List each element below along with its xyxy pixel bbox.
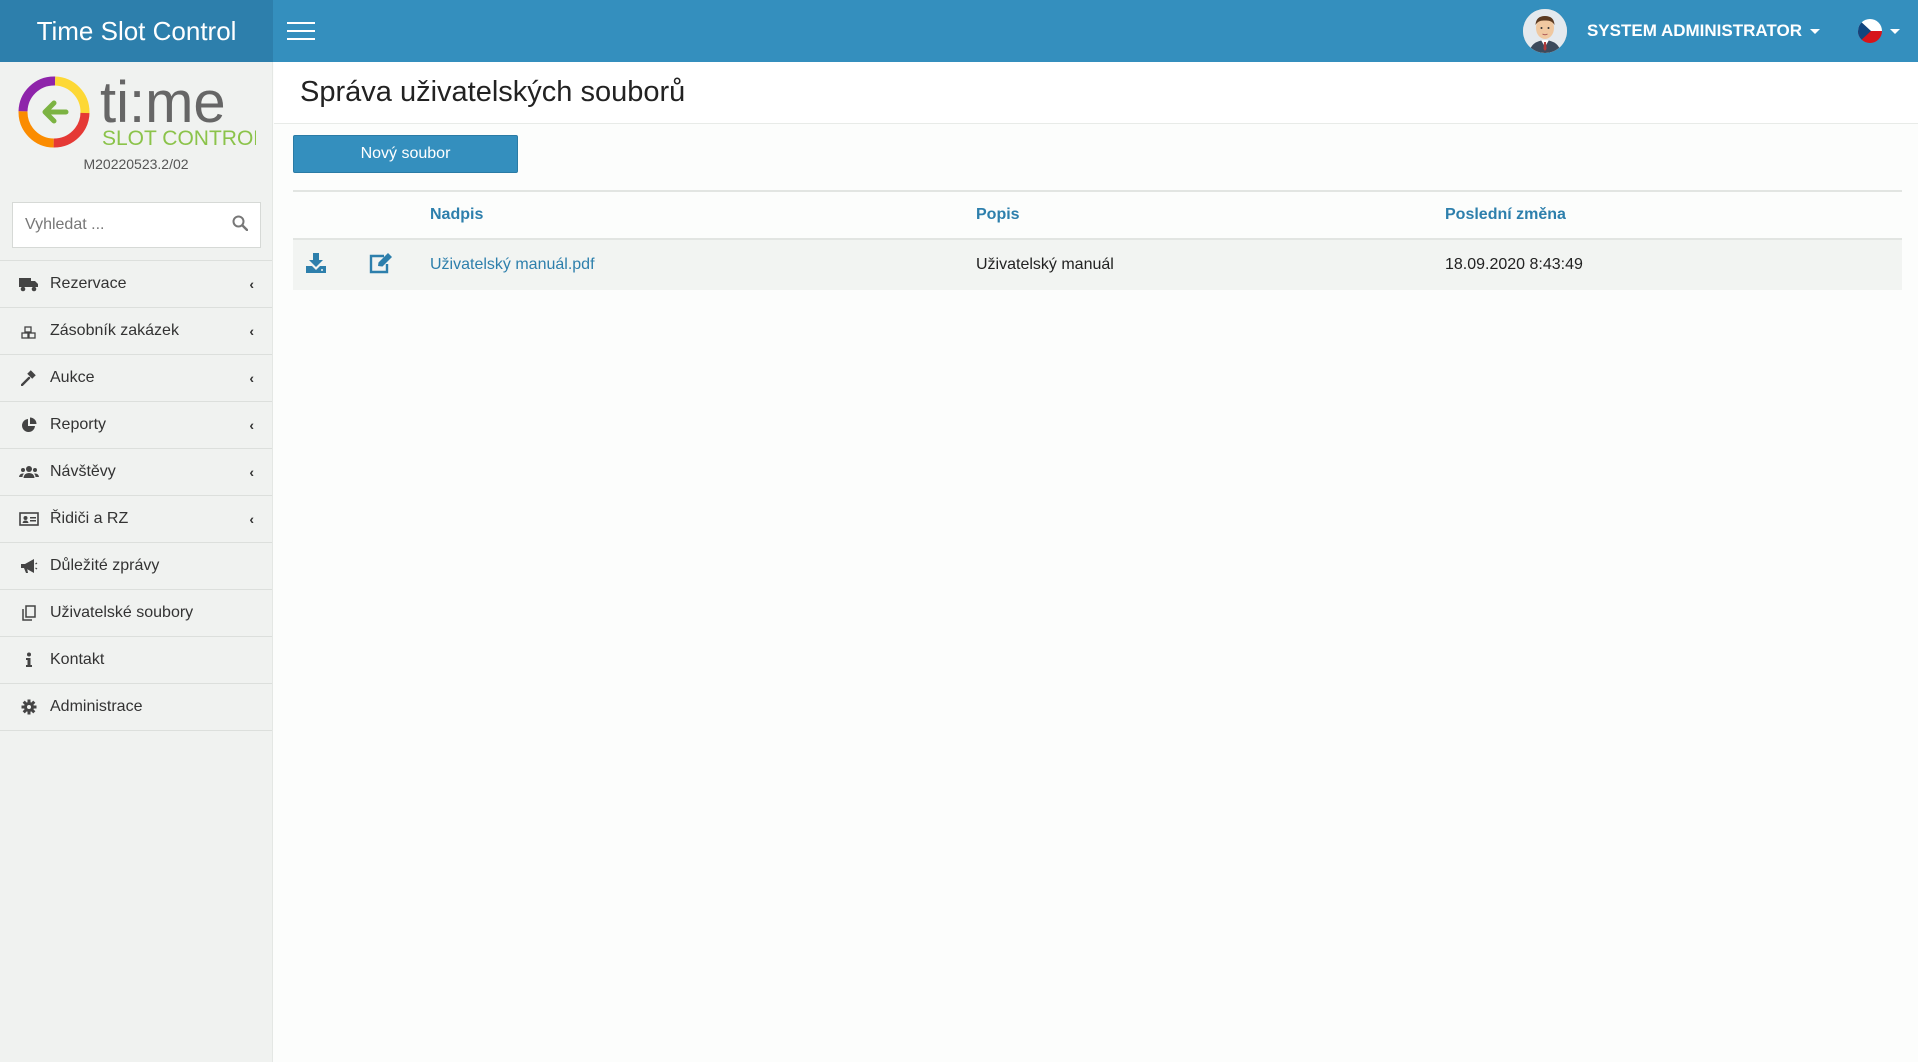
files-table: Nadpis Popis Poslední změna Uživatelský … xyxy=(293,190,1902,290)
sidebar-nav: Rezervace ‹ Zásobník zakázek ‹ Aukce ‹ R… xyxy=(0,260,272,731)
main-content: Správa uživatelských souborů Nový soubor… xyxy=(274,62,1918,1062)
sidebar-item-label: Aukce xyxy=(50,369,95,386)
sidebar-item-zasobnik[interactable]: Zásobník zakázek ‹ xyxy=(0,308,272,355)
sidebar-item-label: Reporty xyxy=(50,416,107,433)
header-description[interactable]: Popis xyxy=(976,206,1445,224)
megaphone-icon xyxy=(18,558,40,574)
file-link[interactable]: Uživatelský manuál.pdf xyxy=(430,256,595,273)
version-label: M20220523.2/02 xyxy=(83,156,189,172)
page-title: Správa uživatelských souborů xyxy=(274,62,1918,124)
copy-icon xyxy=(18,605,40,621)
time-slot-control-logo: ti:me SLOT CONTROL xyxy=(18,72,256,150)
chevron-left-icon: ‹ xyxy=(249,370,254,386)
info-icon xyxy=(18,652,40,668)
boxes-icon xyxy=(18,323,40,339)
chevron-left-icon: ‹ xyxy=(249,323,254,339)
sidebar-search xyxy=(12,202,261,248)
gavel-icon xyxy=(18,370,40,386)
new-file-button[interactable]: Nový soubor xyxy=(293,135,518,173)
top-navbar: Time Slot Control SYSTEM ADMINISTRATOR xyxy=(0,0,1918,62)
truck-icon xyxy=(18,276,40,292)
file-description: Uživatelský manuál xyxy=(976,256,1114,273)
header-last-change[interactable]: Poslední změna xyxy=(1445,206,1902,224)
gear-icon xyxy=(18,699,40,715)
header-title[interactable]: Nadpis xyxy=(430,206,976,224)
svg-text:SLOT CONTROL: SLOT CONTROL xyxy=(102,127,256,150)
id-card-icon xyxy=(18,511,40,527)
chevron-down-icon xyxy=(1890,28,1900,34)
brand-title[interactable]: Time Slot Control xyxy=(0,0,273,62)
language-selector[interactable] xyxy=(1858,0,1918,62)
sidebar-item-label: Rezervace xyxy=(50,275,127,292)
chevron-left-icon: ‹ xyxy=(249,417,254,433)
sidebar-item-ridici[interactable]: Řidiči a RZ ‹ xyxy=(0,496,272,543)
download-icon[interactable] xyxy=(305,252,327,274)
sidebar-item-label: Uživatelské soubory xyxy=(50,604,194,621)
sidebar-item-label: Důležité zprávy xyxy=(50,557,160,574)
edit-icon[interactable] xyxy=(368,252,394,274)
menu-toggle-icon[interactable] xyxy=(273,0,329,62)
search-input[interactable] xyxy=(25,216,232,234)
chevron-left-icon: ‹ xyxy=(249,511,254,527)
sidebar-item-administrace[interactable]: Administrace xyxy=(0,684,272,731)
sidebar-item-label: Kontakt xyxy=(50,651,105,668)
sidebar-item-reporty[interactable]: Reporty ‹ xyxy=(0,402,272,449)
sidebar-item-kontakt[interactable]: Kontakt xyxy=(0,637,272,684)
chevron-left-icon: ‹ xyxy=(249,464,254,480)
chevron-down-icon xyxy=(1810,28,1820,34)
sidebar-item-soubory[interactable]: Uživatelské soubory xyxy=(0,590,272,637)
toolbar: Nový soubor xyxy=(274,124,1918,190)
search-icon[interactable] xyxy=(232,215,249,236)
table-row: Uživatelský manuál.pdf Uživatelský manuá… xyxy=(293,240,1902,290)
pie-chart-icon xyxy=(18,417,40,433)
svg-text:ti:me: ti:me xyxy=(100,72,226,135)
sidebar-item-navstevy[interactable]: Návštěvy ‹ xyxy=(0,449,272,496)
user-menu[interactable]: SYSTEM ADMINISTRATOR xyxy=(1522,0,1838,62)
user-name: SYSTEM ADMINISTRATOR xyxy=(1586,21,1802,40)
sidebar-item-label: Návštěvy xyxy=(50,463,116,480)
avatar xyxy=(1522,9,1567,53)
logo-area: ti:me SLOT CONTROL M20220523.2/02 xyxy=(0,62,272,192)
chevron-left-icon: ‹ xyxy=(249,276,254,292)
file-last-change: 18.09.2020 8:43:49 xyxy=(1445,256,1583,273)
users-icon xyxy=(18,464,40,480)
sidebar-item-aukce[interactable]: Aukce ‹ xyxy=(0,355,272,402)
sidebar-item-zpravy[interactable]: Důležité zprávy xyxy=(0,543,272,590)
sidebar-item-rezervace[interactable]: Rezervace ‹ xyxy=(0,261,272,308)
table-header: Nadpis Popis Poslední změna xyxy=(293,192,1902,240)
cz-flag-icon xyxy=(1858,19,1882,43)
sidebar: ti:me SLOT CONTROL M20220523.2/02 Rezerv… xyxy=(0,62,273,1062)
sidebar-item-label: Řidiči a RZ xyxy=(50,510,129,527)
sidebar-item-label: Administrace xyxy=(50,698,143,715)
sidebar-item-label: Zásobník zakázek xyxy=(50,322,179,339)
